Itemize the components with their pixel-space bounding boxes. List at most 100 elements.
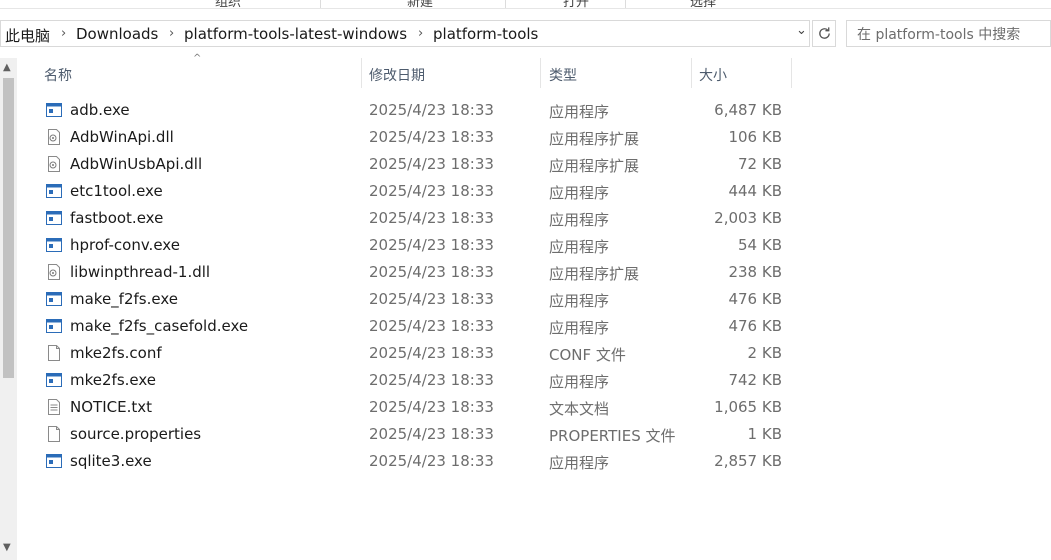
file-name: sqlite3.exe [70, 452, 152, 470]
file-type: 应用程序 [549, 319, 610, 337]
exe-icon [46, 211, 62, 225]
file-row[interactable]: sqlite3.exe 2025/4/23 18:33 应用程序 2,857 K… [40, 448, 792, 475]
file-type: 应用程序 [549, 103, 610, 121]
file-size: 238 KB [728, 263, 782, 281]
column-header-name[interactable]: 名称 [40, 58, 360, 88]
breadcrumb-this-pc[interactable]: 此电脑 [5, 25, 50, 46]
file-row[interactable]: NOTICE.txt 2025/4/23 18:33 文本文档 1,065 KB [40, 394, 792, 421]
column-divider[interactable] [791, 58, 792, 88]
file-name: adb.exe [70, 101, 130, 119]
file-row[interactable]: mke2fs.exe 2025/4/23 18:33 应用程序 742 KB [40, 367, 792, 394]
scroll-thumb[interactable] [3, 78, 14, 378]
exe-icon [46, 454, 62, 468]
file-size: 1 KB [747, 425, 782, 443]
ribbon-divider [505, 0, 506, 8]
file-date: 2025/4/23 18:33 [369, 398, 494, 416]
file-row[interactable]: source.properties 2025/4/23 18:33 PROPER… [40, 421, 792, 448]
breadcrumb-downloads[interactable]: Downloads [76, 25, 158, 43]
file-row[interactable]: AdbWinApi.dll 2025/4/23 18:33 应用程序扩展 106… [40, 124, 792, 151]
file-row[interactable]: adb.exe 2025/4/23 18:33 应用程序 6,487 KB [40, 97, 792, 124]
file-size: 106 KB [728, 128, 782, 146]
chevron-right-icon[interactable]: › [61, 26, 66, 41]
file-row[interactable]: etc1tool.exe 2025/4/23 18:33 应用程序 444 KB [40, 178, 792, 205]
file-size: 54 KB [738, 236, 782, 254]
file-date: 2025/4/23 18:33 [369, 371, 494, 389]
file-type: PROPERTIES 文件 [549, 427, 676, 445]
chevron-down-icon[interactable]: ⌄ [796, 23, 807, 38]
file-size: 742 KB [728, 371, 782, 389]
file-row[interactable]: make_f2fs_casefold.exe 2025/4/23 18:33 应… [40, 313, 792, 340]
address-bar[interactable]: 此电脑 › Downloads › platform-tools-latest-… [0, 20, 810, 47]
blank-file-icon [48, 345, 60, 361]
file-type: 文本文档 [549, 400, 610, 418]
file-date: 2025/4/23 18:33 [369, 155, 494, 173]
ribbon: 组织 新建 打开 选择 [0, 0, 1051, 10]
search-input[interactable] [855, 24, 1051, 46]
dll-icon [48, 129, 60, 145]
file-size: 6,487 KB [714, 101, 782, 119]
file-date: 2025/4/23 18:33 [369, 290, 494, 308]
refresh-icon [819, 27, 830, 39]
column-header-date[interactable]: 修改日期 [362, 58, 540, 88]
column-header-type[interactable]: 类型 [541, 58, 691, 88]
file-row[interactable]: AdbWinUsbApi.dll 2025/4/23 18:33 应用程序扩展 … [40, 151, 792, 178]
file-date: 2025/4/23 18:33 [369, 182, 494, 200]
column-header-size[interactable]: 大小 [692, 58, 791, 88]
file-name: hprof-conv.exe [70, 236, 180, 254]
file-name: source.properties [70, 425, 202, 443]
file-size: 2,003 KB [714, 209, 782, 227]
ribbon-select[interactable]: 选择 [690, 0, 716, 10]
file-date: 2025/4/23 18:33 [369, 236, 494, 254]
file-type: 应用程序扩展 [549, 265, 640, 283]
column-header-date-label: 修改日期 [369, 68, 425, 84]
exe-icon [46, 319, 62, 333]
file-type: 应用程序扩展 [549, 157, 640, 175]
exe-icon [46, 184, 62, 198]
file-name: mke2fs.exe [70, 371, 157, 389]
file-date: 2025/4/23 18:33 [369, 263, 494, 281]
refresh-button[interactable] [812, 20, 836, 47]
file-row[interactable]: hprof-conv.exe 2025/4/23 18:33 应用程序 54 K… [40, 232, 792, 259]
chevron-right-icon[interactable]: › [169, 26, 174, 41]
file-size: 72 KB [738, 155, 782, 173]
file-type: 应用程序 [549, 292, 610, 310]
file-size: 2,857 KB [714, 452, 782, 470]
file-size: 476 KB [728, 290, 782, 308]
scroll-down-icon[interactable]: ▼ [3, 542, 11, 553]
ribbon-divider [625, 0, 626, 8]
file-row[interactable]: libwinpthread-1.dll 2025/4/23 18:33 应用程序… [40, 259, 792, 286]
file-type: 应用程序扩展 [549, 130, 640, 148]
file-date: 2025/4/23 18:33 [369, 425, 494, 443]
breadcrumb-platform-tools[interactable]: platform-tools [433, 25, 538, 43]
file-name: fastboot.exe [70, 209, 164, 227]
exe-icon [46, 238, 62, 252]
column-header-type-label: 类型 [549, 68, 577, 84]
file-explorer-window: 组织 新建 打开 选择 此电脑 › Downloads › platform-t… [0, 0, 1051, 560]
search-box[interactable] [846, 20, 1051, 47]
file-size: 476 KB [728, 317, 782, 335]
file-date: 2025/4/23 18:33 [369, 209, 494, 227]
column-header-size-label: 大小 [699, 68, 727, 84]
ribbon-divider [320, 0, 321, 8]
file-date: 2025/4/23 18:33 [369, 101, 494, 119]
ribbon-organize[interactable]: 组织 [215, 0, 241, 10]
file-name: mke2fs.conf [70, 344, 162, 362]
file-type: 应用程序 [549, 454, 610, 472]
file-size: 1,065 KB [714, 398, 782, 416]
breadcrumb-platform-tools-latest-windows[interactable]: platform-tools-latest-windows [184, 25, 407, 43]
file-row[interactable]: mke2fs.conf 2025/4/23 18:33 CONF 文件 2 KB [40, 340, 792, 367]
file-name: libwinpthread-1.dll [70, 263, 211, 281]
file-row[interactable]: make_f2fs.exe 2025/4/23 18:33 应用程序 476 K… [40, 286, 792, 313]
text-file-icon [48, 399, 60, 415]
file-row[interactable]: fastboot.exe 2025/4/23 18:33 应用程序 2,003 … [40, 205, 792, 232]
file-name: AdbWinApi.dll [70, 128, 174, 146]
column-header-name-label: 名称 [44, 68, 72, 84]
file-type: 应用程序 [549, 373, 610, 391]
vertical-scrollbar[interactable]: ▲ ▼ [0, 58, 17, 560]
file-name: etc1tool.exe [70, 182, 163, 200]
chevron-right-icon[interactable]: › [418, 26, 423, 41]
file-date: 2025/4/23 18:33 [369, 128, 494, 146]
ribbon-new[interactable]: 新建 [407, 0, 433, 10]
ribbon-open[interactable]: 打开 [563, 0, 589, 10]
scroll-up-icon[interactable]: ▲ [3, 62, 11, 73]
